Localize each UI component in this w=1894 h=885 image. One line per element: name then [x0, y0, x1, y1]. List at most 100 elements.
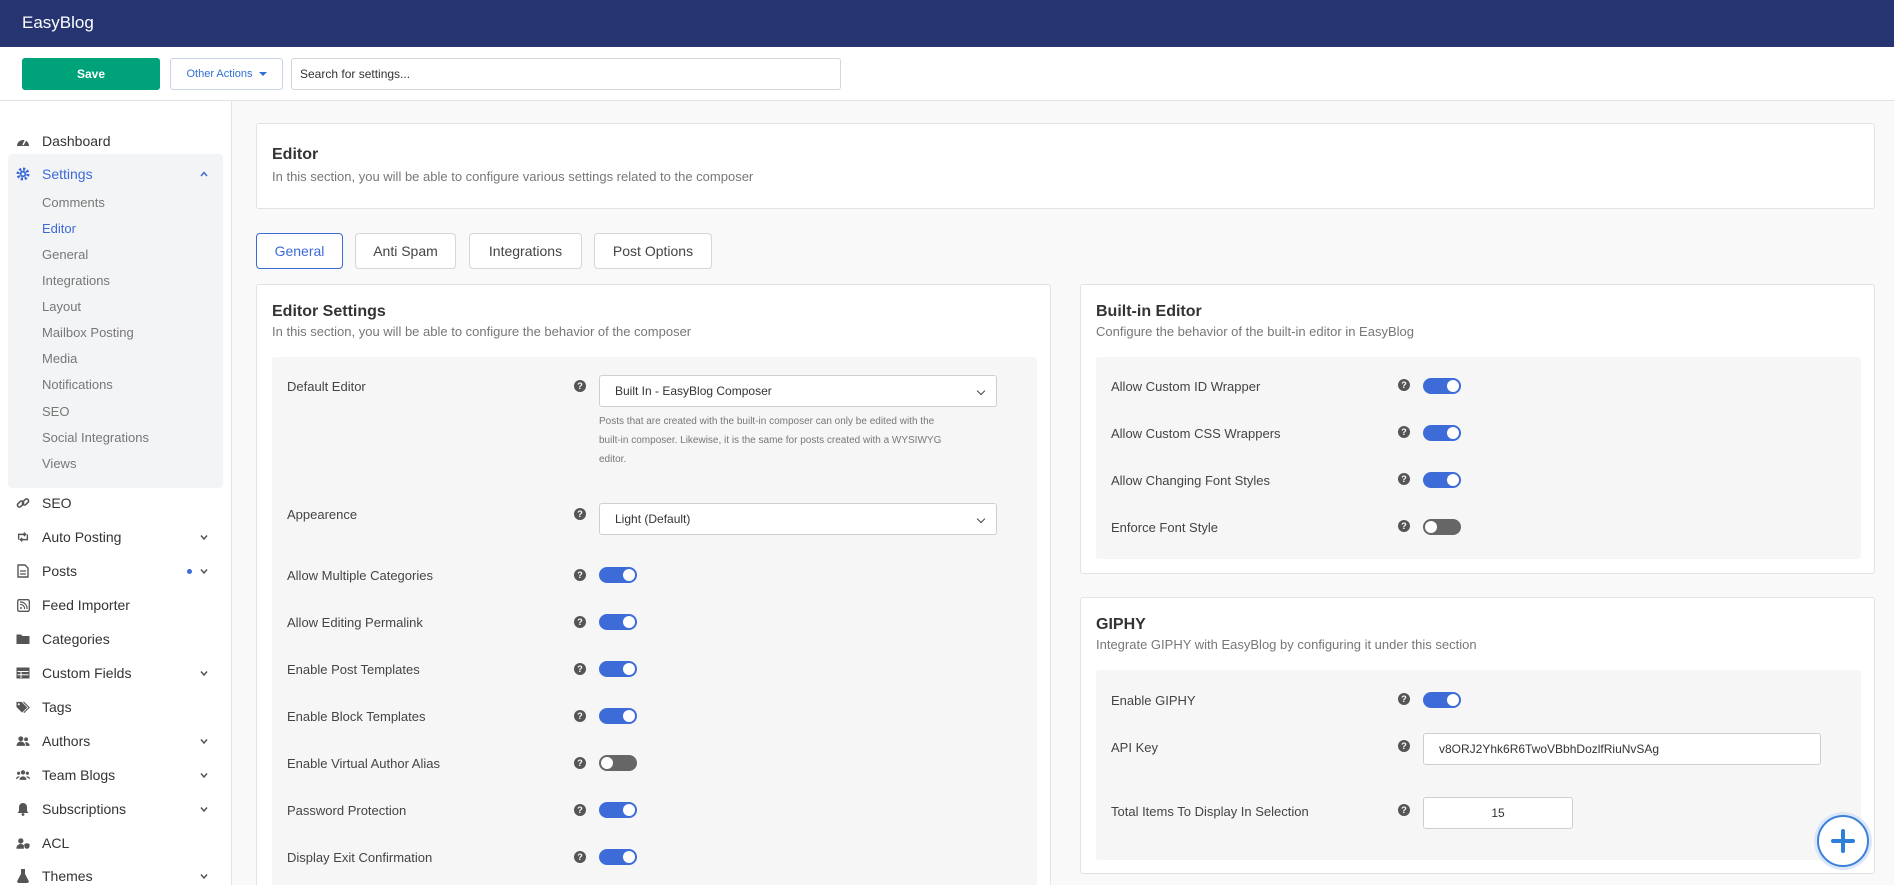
help-icon[interactable]: ?: [1398, 520, 1410, 532]
tab-general[interactable]: General: [256, 233, 343, 269]
chevron-down-icon: [976, 514, 986, 524]
gear-icon: [16, 167, 30, 181]
help-icon[interactable]: ?: [574, 804, 586, 816]
editor-settings-description: In this section, you will be able to con…: [272, 324, 692, 339]
total-items-value: 15: [1491, 806, 1505, 820]
sidebar-item-auto-posting[interactable]: Auto Posting: [0, 525, 232, 549]
help-icon[interactable]: ?: [1398, 379, 1410, 391]
sidebar-subitem-notifications[interactable]: Notifications: [42, 377, 113, 392]
tags-icon: [16, 700, 30, 714]
sidebar-item-themes[interactable]: Themes: [0, 864, 232, 885]
sidebar-item-team-blogs[interactable]: Team Blogs: [0, 763, 232, 787]
help-icon[interactable]: ?: [1398, 693, 1410, 705]
allow-custom-css-wrappers-toggle[interactable]: [1423, 425, 1461, 441]
retweet-icon: [16, 530, 30, 544]
help-icon[interactable]: ?: [574, 710, 586, 722]
help-icon[interactable]: ?: [574, 663, 586, 675]
help-icon[interactable]: ?: [1398, 473, 1410, 485]
giphy-card: GIPHY Integrate GIPHY with EasyBlog by c…: [1080, 597, 1875, 874]
help-icon[interactable]: ?: [1398, 740, 1410, 752]
password-protection-toggle[interactable]: [599, 802, 637, 818]
sidebar-item-label: Subscriptions: [42, 801, 127, 817]
notification-dot: [187, 569, 192, 574]
enable-giphy-toggle[interactable]: [1423, 692, 1461, 708]
hint-line: Posts that are created with the built-in…: [599, 416, 935, 427]
sidebar-item-posts[interactable]: Posts: [0, 559, 232, 583]
default-editor-select[interactable]: Built In - EasyBlog Composer: [599, 375, 997, 407]
top-bar: EasyBlog: [0, 0, 1894, 47]
help-icon[interactable]: ?: [1398, 804, 1410, 816]
sidebar-item-authors[interactable]: Authors: [0, 729, 232, 753]
api-key-value: v8ORJ2Yhk6R6TwoVBbhDozlfRiuNvSAg: [1439, 742, 1660, 756]
users-icon: [16, 734, 30, 748]
other-actions-label: Other Actions: [186, 68, 253, 80]
sidebar-item-tags[interactable]: Tags: [0, 695, 232, 719]
tab-anti-spam[interactable]: Anti Spam: [355, 233, 456, 269]
allow-changing-font-styles-toggle[interactable]: [1423, 472, 1461, 488]
sidebar-subitem-general[interactable]: General: [42, 247, 88, 262]
sidebar-item-label: Themes: [42, 868, 93, 884]
sidebar-subitem-mailbox-posting[interactable]: Mailbox Posting: [42, 325, 134, 340]
appearance-select[interactable]: Light (Default): [599, 503, 997, 535]
builtin-editor-description: Configure the behavior of the built-in e…: [1096, 324, 1414, 339]
link-icon: [16, 496, 30, 510]
chevron-down-icon: [200, 535, 208, 541]
enable-virtual-author-alias-toggle[interactable]: [599, 755, 637, 771]
api-key-input[interactable]: v8ORJ2Yhk6R6TwoVBbhDozlfRiuNvSAg: [1423, 733, 1821, 765]
allow-editing-permalink-toggle[interactable]: [599, 614, 637, 630]
sidebar-item-settings[interactable]: Settings: [0, 162, 232, 186]
flask-icon: [16, 869, 30, 883]
add-button[interactable]: [1817, 815, 1869, 867]
sidebar-subitem-views[interactable]: Views: [42, 456, 76, 471]
enable-block-templates-toggle[interactable]: [599, 708, 637, 724]
toggle-label: Enable Post Templates: [287, 662, 420, 677]
help-icon[interactable]: ?: [574, 508, 586, 520]
sidebar-item-label: Categories: [42, 631, 110, 647]
sidebar-subitem-social-integrations[interactable]: Social Integrations: [42, 430, 149, 445]
help-icon[interactable]: ?: [574, 757, 586, 769]
enable-post-templates-toggle[interactable]: [599, 661, 637, 677]
tab-post-options[interactable]: Post Options: [594, 233, 712, 269]
sidebar-item-categories[interactable]: Categories: [0, 627, 232, 651]
sidebar-item-label: Team Blogs: [42, 767, 116, 783]
editor-settings-title: Editor Settings: [272, 303, 386, 320]
sidebar-item-custom-fields[interactable]: Custom Fields: [0, 661, 232, 685]
help-icon[interactable]: ?: [574, 569, 586, 581]
sidebar-subitem-layout[interactable]: Layout: [42, 299, 81, 314]
chevron-down-icon: [200, 671, 208, 677]
default-editor-value: Built In - EasyBlog Composer: [615, 384, 772, 398]
help-icon[interactable]: ?: [574, 380, 586, 392]
search-input[interactable]: [291, 58, 841, 90]
total-items-input[interactable]: 15: [1423, 797, 1573, 829]
save-button[interactable]: Save: [22, 58, 160, 90]
header-card: Editor In this section, you will be able…: [256, 123, 1875, 209]
sidebar-subitem-media[interactable]: Media: [42, 351, 77, 366]
sidebar-item-subscriptions[interactable]: Subscriptions: [0, 797, 232, 821]
sidebar-item-seo[interactable]: SEO: [0, 491, 232, 515]
sidebar: Dashboard Settings Comments Editor Gener…: [0, 101, 232, 885]
help-icon[interactable]: ?: [574, 851, 586, 863]
allow-custom-id-wrapper-toggle[interactable]: [1423, 378, 1461, 394]
display-exit-confirmation-toggle[interactable]: [599, 849, 637, 865]
sidebar-item-label: Custom Fields: [42, 665, 132, 681]
tab-integrations[interactable]: Integrations: [469, 233, 582, 269]
toggle-label: Password Protection: [287, 803, 407, 818]
allow-multiple-categories-toggle[interactable]: [599, 567, 637, 583]
hint-line: built-in composer. Likewise, it is the s…: [599, 435, 942, 446]
chevron-up-icon: [200, 171, 208, 177]
other-actions-button[interactable]: Other Actions: [170, 58, 283, 90]
toggle-label: Allow Multiple Categories: [287, 568, 433, 583]
sidebar-subitem-integrations[interactable]: Integrations: [42, 273, 110, 288]
sidebar-item-dashboard[interactable]: Dashboard: [0, 129, 232, 153]
sidebar-subitem-comments[interactable]: Comments: [42, 195, 105, 210]
sidebar-item-acl[interactable]: ACL: [0, 831, 232, 855]
sidebar-subitem-editor[interactable]: Editor: [42, 221, 76, 236]
help-icon[interactable]: ?: [574, 616, 586, 628]
chevron-down-icon: [200, 569, 208, 575]
sidebar-item-label: Dashboard: [42, 133, 111, 149]
sidebar-item-feed-importer[interactable]: Feed Importer: [0, 593, 232, 617]
help-icon[interactable]: ?: [1398, 426, 1410, 438]
sidebar-subitem-seo[interactable]: SEO: [42, 404, 69, 419]
enforce-font-style-toggle[interactable]: [1423, 519, 1461, 535]
toggle-label: Allow Editing Permalink: [287, 615, 423, 630]
